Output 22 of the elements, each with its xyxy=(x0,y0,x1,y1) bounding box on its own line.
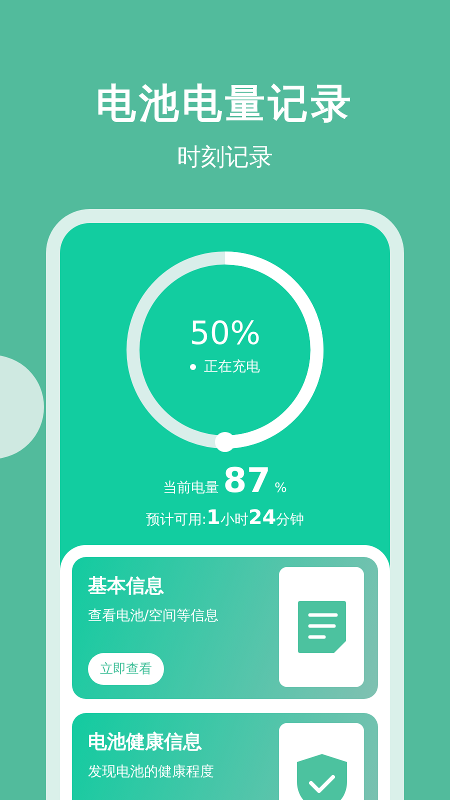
card-description: 发现电池的健康程度 xyxy=(88,763,214,781)
document-icon xyxy=(296,599,348,655)
estimate-minutes: 24 xyxy=(248,505,276,529)
page-subtitle: 时刻记录 xyxy=(177,142,273,173)
current-level-label: 当前电量 xyxy=(163,479,220,497)
minutes-unit: 分钟 xyxy=(276,511,304,529)
estimate-label: 预计可用: xyxy=(146,511,206,529)
estimate-hours: 1 xyxy=(206,505,220,529)
view-now-button[interactable]: 立即查看 xyxy=(88,653,164,685)
percent-unit: % xyxy=(274,481,287,496)
hours-unit: 小时 xyxy=(220,511,248,529)
battery-percent: 50% xyxy=(189,314,261,352)
shield-check-icon xyxy=(294,752,348,800)
card-title: 电池健康信息 xyxy=(88,730,203,755)
charging-status: 正在充电 xyxy=(204,358,260,376)
current-level-value: 87 xyxy=(223,461,270,501)
page-title: 电池电量记录 xyxy=(96,80,354,129)
status-dot-icon xyxy=(190,364,196,370)
feature-card[interactable]: 基本信息 查看电池/空间等信息 立即查看 xyxy=(72,557,378,699)
card-title: 基本信息 xyxy=(88,574,165,599)
feature-card[interactable]: 电池健康信息 发现电池的健康程度 xyxy=(72,713,378,800)
card-description: 查看电池/空间等信息 xyxy=(88,607,219,625)
